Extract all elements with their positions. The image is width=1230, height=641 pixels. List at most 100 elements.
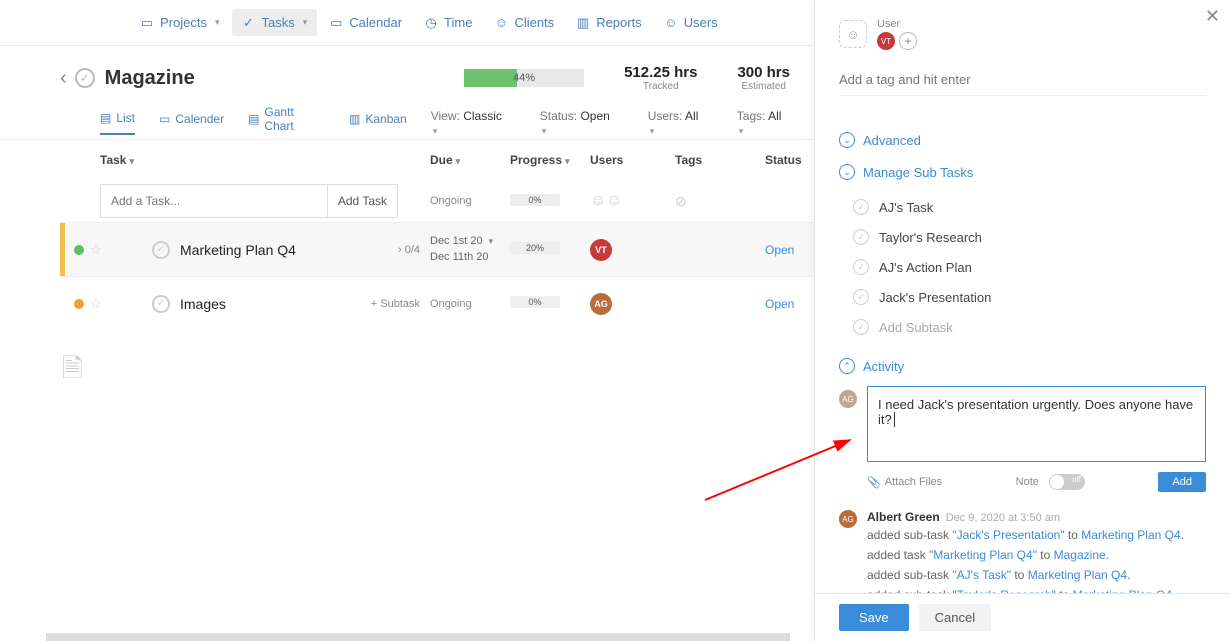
add-comment-button[interactable]: Add (1158, 472, 1206, 492)
add-subtask-button[interactable]: ✓Add Subtask (853, 312, 1206, 342)
log-line: added sub-task "Taylor's Research" to Ma… (867, 586, 1206, 593)
note-toggle[interactable]: off (1049, 474, 1085, 490)
comment-row: AG I need Jack's presentation urgently. … (839, 386, 1206, 472)
subtask-item[interactable]: ✓Jack's Presentation (853, 282, 1206, 312)
attach-files-button[interactable]: 📎Attach Files (867, 476, 942, 489)
subtask-item[interactable]: ✓AJ's Task (853, 192, 1206, 222)
task-detail-panel: ✕ ☺ User VT + ⌄ Advanced ⌄ Manage Sub Ta… (814, 0, 1230, 641)
subtask-count[interactable]: › 0/4 (398, 244, 420, 256)
filter-users[interactable]: Users: All ▾ (648, 109, 707, 137)
task-progress: 20% (510, 242, 590, 257)
nav-time[interactable]: ◷ Time (414, 9, 482, 36)
nav-reports[interactable]: ▥ Reports (566, 9, 652, 36)
nav-calendar-label: Calendar (349, 15, 402, 30)
star-toggle[interactable]: ☆ (90, 242, 102, 258)
comment-input[interactable]: I need Jack's presentation urgently. Doe… (867, 386, 1206, 462)
task-name: Marketing Plan Q4 (180, 242, 296, 258)
tag-input[interactable] (839, 64, 1206, 96)
subtask-item[interactable]: ✓AJ's Action Plan (853, 252, 1206, 282)
subtab-list-label: List (116, 111, 135, 125)
task-users[interactable]: AG (590, 293, 675, 315)
filter-tags[interactable]: Tags: All ▾ (737, 109, 790, 137)
subtab-kanban[interactable]: ▥ Kanban (349, 112, 407, 134)
col-due[interactable]: Due▾ (430, 153, 510, 167)
activity-toggle[interactable]: ⌃ Activity (839, 358, 1206, 374)
chevron-down-icon: ⌄ (839, 132, 855, 148)
paperclip-icon: 📎 (867, 476, 881, 489)
nav-tasks-label: Tasks (262, 15, 295, 30)
comment-controls: 📎Attach Files Note off Add (839, 472, 1206, 492)
scrollbar[interactable] (46, 633, 790, 641)
log-line: added sub-task "Jack's Presentation" to … (867, 526, 1206, 544)
avatar: AG (590, 293, 612, 315)
caret-down-icon: ▾ (456, 156, 461, 166)
subtab-list[interactable]: ▤ List (100, 111, 135, 135)
close-button[interactable]: ✕ (1205, 6, 1220, 27)
cancel-button[interactable]: Cancel (919, 604, 991, 631)
nav-clients[interactable]: ☺ Clients (484, 9, 564, 36)
col-users: Users (590, 153, 675, 167)
subtab-gantt[interactable]: ▤ Gantt Chart (248, 105, 325, 141)
stat-tracked: 512.25 hrs Tracked (624, 64, 697, 92)
clock-icon: ◷ (424, 16, 438, 30)
nav-calendar[interactable]: ▭ Calendar (319, 9, 412, 36)
add-task-button[interactable]: Add Task (327, 185, 397, 217)
star-toggle[interactable]: ☆ (90, 296, 102, 312)
task-users[interactable]: VT (590, 239, 675, 261)
add-task-input[interactable] (101, 194, 327, 208)
task-name: Images (180, 296, 226, 312)
caret-down-icon: ▾ (489, 236, 494, 246)
user-label: User (877, 18, 917, 30)
check-icon[interactable]: ✓ (853, 289, 869, 305)
col-task[interactable]: Task▾ (100, 153, 430, 167)
caret-down-icon: ▾ (129, 156, 134, 166)
gantt-icon: ▤ (248, 112, 259, 126)
panel-footer: Save Cancel (815, 593, 1230, 641)
add-row-progress: 0% (510, 194, 590, 209)
complete-toggle[interactable]: ✓ (152, 241, 170, 259)
calendar-icon: ▭ (329, 16, 343, 30)
folder-icon: ▭ (140, 16, 154, 30)
stat-estimated-value: 300 hrs (737, 64, 790, 81)
add-task-wrap: Add Task (100, 184, 398, 218)
caret-down-icon: ▾ (650, 126, 655, 136)
filter-status[interactable]: Status: Open ▾ (540, 109, 618, 137)
users-placeholder-icon[interactable]: ☺☺ (590, 192, 675, 210)
advanced-toggle[interactable]: ⌄ Advanced (839, 132, 1206, 148)
add-user-button[interactable]: + (899, 32, 917, 50)
tag-placeholder-icon[interactable]: ⊘ (675, 193, 765, 210)
check-icon[interactable]: ✓ (853, 229, 869, 245)
chart-icon: ▥ (576, 16, 590, 30)
avatar: VT (877, 32, 895, 50)
add-subtask-button[interactable]: + Subtask (371, 298, 420, 310)
avatar: AG (839, 390, 857, 408)
log-line: added task "Marketing Plan Q4" to Magazi… (867, 546, 1206, 564)
avatar: VT (590, 239, 612, 261)
caret-down-icon: ▾ (303, 17, 308, 28)
check-icon: ✓ (242, 16, 256, 30)
task-due[interactable]: Dec 1st 20 ▾ Dec 11th 20 (430, 234, 510, 265)
caret-down-icon: ▾ (739, 126, 744, 136)
nav-users[interactable]: ☺ Users (654, 9, 728, 36)
overall-progress-fill (464, 69, 517, 87)
stat-estimated-label: Estimated (737, 81, 790, 92)
complete-toggle[interactable]: ✓ (75, 68, 95, 88)
nav-projects[interactable]: ▭ Projects ▾ (130, 9, 230, 36)
complete-toggle[interactable]: ✓ (152, 295, 170, 313)
subtask-item[interactable]: ✓Taylor's Research (853, 222, 1206, 252)
task-due[interactable]: Ongoing (430, 298, 510, 310)
check-icon[interactable]: ✓ (853, 199, 869, 215)
save-button[interactable]: Save (839, 604, 909, 631)
check-icon[interactable]: ✓ (853, 259, 869, 275)
filter-view[interactable]: View: Classic ▾ (431, 109, 510, 137)
log-time: Dec 9, 2020 at 3:50 am (946, 512, 1060, 524)
nav-tasks[interactable]: ✓ Tasks ▾ (232, 9, 318, 36)
note-label: Note (1016, 476, 1039, 488)
log-user: Albert Green (867, 510, 940, 524)
subtasks-toggle[interactable]: ⌄ Manage Sub Tasks (839, 164, 1206, 180)
col-progress[interactable]: Progress▾ (510, 153, 590, 167)
nav-clients-label: Clients (514, 15, 554, 30)
overall-progress-label: 44% (513, 72, 535, 84)
subtab-calendar[interactable]: ▭ Calender (159, 112, 224, 134)
back-button[interactable]: ‹ (60, 67, 67, 90)
